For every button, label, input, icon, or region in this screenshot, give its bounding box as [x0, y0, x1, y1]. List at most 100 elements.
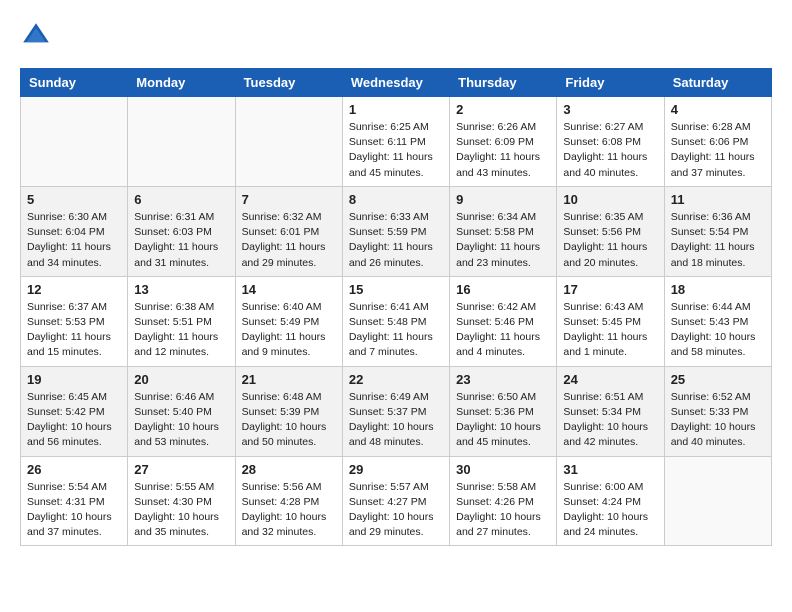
calendar-day-cell	[128, 97, 235, 187]
day-info: Sunrise: 6:37 AM Sunset: 5:53 PM Dayligh…	[27, 300, 121, 361]
day-number: 5	[27, 192, 121, 207]
calendar-day-cell: 17 Sunrise: 6:43 AM Sunset: 5:45 PM Dayli…	[557, 276, 664, 366]
day-number: 4	[671, 102, 765, 117]
calendar-day-cell: 1 Sunrise: 6:25 AM Sunset: 6:11 PM Daylig…	[342, 97, 449, 187]
calendar-week-row: 19 Sunrise: 6:45 AM Sunset: 5:42 PM Dayli…	[21, 366, 772, 456]
calendar-week-row: 26Sunrise: 5:54 AM Sunset: 4:31 PM Dayli…	[21, 456, 772, 546]
day-info: Sunrise: 6:51 AM Sunset: 5:34 PM Dayligh…	[563, 390, 657, 451]
calendar-day-cell: 13 Sunrise: 6:38 AM Sunset: 5:51 PM Dayli…	[128, 276, 235, 366]
day-number: 6	[134, 192, 228, 207]
day-info: Sunrise: 6:00 AM Sunset: 4:24 PM Dayligh…	[563, 480, 657, 541]
day-number: 2	[456, 102, 550, 117]
day-info: Sunrise: 6:45 AM Sunset: 5:42 PM Dayligh…	[27, 390, 121, 451]
calendar-day-cell: 4Sunrise: 6:28 AM Sunset: 6:06 PM Daylig…	[664, 97, 771, 187]
day-number: 25	[671, 372, 765, 387]
day-number: 28	[242, 462, 336, 477]
weekday-header: Tuesday	[235, 69, 342, 97]
calendar-day-cell: 28 Sunrise: 5:56 AM Sunset: 4:28 PM Dayli…	[235, 456, 342, 546]
page-header	[20, 20, 772, 52]
day-number: 17	[563, 282, 657, 297]
day-info: Sunrise: 6:43 AM Sunset: 5:45 PM Dayligh…	[563, 300, 657, 361]
calendar-week-row: 1 Sunrise: 6:25 AM Sunset: 6:11 PM Daylig…	[21, 97, 772, 187]
calendar-day-cell: 6 Sunrise: 6:31 AM Sunset: 6:03 PM Daylig…	[128, 186, 235, 276]
day-info: Sunrise: 6:30 AM Sunset: 6:04 PM Dayligh…	[27, 210, 121, 271]
day-info: Sunrise: 5:57 AM Sunset: 4:27 PM Dayligh…	[349, 480, 443, 541]
weekday-header: Thursday	[450, 69, 557, 97]
day-number: 21	[242, 372, 336, 387]
calendar-day-cell: 12 Sunrise: 6:37 AM Sunset: 5:53 PM Dayli…	[21, 276, 128, 366]
day-number: 24	[563, 372, 657, 387]
weekday-header: Monday	[128, 69, 235, 97]
day-number: 29	[349, 462, 443, 477]
weekday-header: Sunday	[21, 69, 128, 97]
day-info: Sunrise: 5:55 AM Sunset: 4:30 PM Dayligh…	[134, 480, 228, 541]
weekday-header: Wednesday	[342, 69, 449, 97]
day-info: Sunrise: 6:27 AM Sunset: 6:08 PM Dayligh…	[563, 120, 657, 181]
calendar-day-cell: 27 Sunrise: 5:55 AM Sunset: 4:30 PM Dayli…	[128, 456, 235, 546]
day-info: Sunrise: 6:46 AM Sunset: 5:40 PM Dayligh…	[134, 390, 228, 451]
day-number: 22	[349, 372, 443, 387]
day-number: 13	[134, 282, 228, 297]
day-info: Sunrise: 6:33 AM Sunset: 5:59 PM Dayligh…	[349, 210, 443, 271]
day-number: 27	[134, 462, 228, 477]
day-number: 20	[134, 372, 228, 387]
calendar-week-row: 5 Sunrise: 6:30 AM Sunset: 6:04 PM Daylig…	[21, 186, 772, 276]
calendar-day-cell: 20 Sunrise: 6:46 AM Sunset: 5:40 PM Dayli…	[128, 366, 235, 456]
weekday-header: Friday	[557, 69, 664, 97]
calendar-day-cell: 18Sunrise: 6:44 AM Sunset: 5:43 PM Dayli…	[664, 276, 771, 366]
day-number: 11	[671, 192, 765, 207]
calendar-day-cell: 23Sunrise: 6:50 AM Sunset: 5:36 PM Dayli…	[450, 366, 557, 456]
day-number: 1	[349, 102, 443, 117]
calendar-day-cell: 2 Sunrise: 6:26 AM Sunset: 6:09 PM Daylig…	[450, 97, 557, 187]
day-number: 10	[563, 192, 657, 207]
day-info: Sunrise: 6:31 AM Sunset: 6:03 PM Dayligh…	[134, 210, 228, 271]
calendar-day-cell: 29 Sunrise: 5:57 AM Sunset: 4:27 PM Dayli…	[342, 456, 449, 546]
day-number: 14	[242, 282, 336, 297]
day-number: 16	[456, 282, 550, 297]
calendar-day-cell	[235, 97, 342, 187]
calendar-day-cell: 25 Sunrise: 6:52 AM Sunset: 5:33 PM Dayli…	[664, 366, 771, 456]
day-info: Sunrise: 5:54 AM Sunset: 4:31 PM Dayligh…	[27, 480, 121, 541]
day-info: Sunrise: 6:36 AM Sunset: 5:54 PM Dayligh…	[671, 210, 765, 271]
day-info: Sunrise: 6:41 AM Sunset: 5:48 PM Dayligh…	[349, 300, 443, 361]
day-number: 19	[27, 372, 121, 387]
day-info: Sunrise: 6:44 AM Sunset: 5:43 PM Dayligh…	[671, 300, 765, 361]
calendar-day-cell: 11 Sunrise: 6:36 AM Sunset: 5:54 PM Dayli…	[664, 186, 771, 276]
day-number: 3	[563, 102, 657, 117]
calendar-day-cell: 24 Sunrise: 6:51 AM Sunset: 5:34 PM Dayli…	[557, 366, 664, 456]
day-info: Sunrise: 6:49 AM Sunset: 5:37 PM Dayligh…	[349, 390, 443, 451]
day-info: Sunrise: 6:42 AM Sunset: 5:46 PM Dayligh…	[456, 300, 550, 361]
day-number: 8	[349, 192, 443, 207]
calendar-day-cell	[21, 97, 128, 187]
day-number: 12	[27, 282, 121, 297]
day-info: Sunrise: 5:56 AM Sunset: 4:28 PM Dayligh…	[242, 480, 336, 541]
calendar-day-cell: 5 Sunrise: 6:30 AM Sunset: 6:04 PM Daylig…	[21, 186, 128, 276]
calendar-day-cell: 10 Sunrise: 6:35 AM Sunset: 5:56 PM Dayli…	[557, 186, 664, 276]
calendar-day-cell: 22 Sunrise: 6:49 AM Sunset: 5:37 PM Dayli…	[342, 366, 449, 456]
day-info: Sunrise: 6:38 AM Sunset: 5:51 PM Dayligh…	[134, 300, 228, 361]
calendar-day-cell: 30Sunrise: 5:58 AM Sunset: 4:26 PM Dayli…	[450, 456, 557, 546]
calendar-day-cell: 15 Sunrise: 6:41 AM Sunset: 5:48 PM Dayli…	[342, 276, 449, 366]
calendar-day-cell: 19 Sunrise: 6:45 AM Sunset: 5:42 PM Dayli…	[21, 366, 128, 456]
day-info: Sunrise: 6:35 AM Sunset: 5:56 PM Dayligh…	[563, 210, 657, 271]
calendar-header-row: SundayMondayTuesdayWednesdayThursdayFrid…	[21, 69, 772, 97]
day-number: 7	[242, 192, 336, 207]
calendar-day-cell: 9Sunrise: 6:34 AM Sunset: 5:58 PM Daylig…	[450, 186, 557, 276]
logo	[20, 20, 56, 52]
day-info: Sunrise: 6:48 AM Sunset: 5:39 PM Dayligh…	[242, 390, 336, 451]
calendar-day-cell: 14 Sunrise: 6:40 AM Sunset: 5:49 PM Dayli…	[235, 276, 342, 366]
calendar-day-cell: 31Sunrise: 6:00 AM Sunset: 4:24 PM Dayli…	[557, 456, 664, 546]
calendar-day-cell: 21 Sunrise: 6:48 AM Sunset: 5:39 PM Dayli…	[235, 366, 342, 456]
day-info: Sunrise: 6:25 AM Sunset: 6:11 PM Dayligh…	[349, 120, 443, 181]
calendar-day-cell	[664, 456, 771, 546]
day-info: Sunrise: 6:26 AM Sunset: 6:09 PM Dayligh…	[456, 120, 550, 181]
day-info: Sunrise: 6:40 AM Sunset: 5:49 PM Dayligh…	[242, 300, 336, 361]
day-info: Sunrise: 6:50 AM Sunset: 5:36 PM Dayligh…	[456, 390, 550, 451]
day-info: Sunrise: 6:52 AM Sunset: 5:33 PM Dayligh…	[671, 390, 765, 451]
calendar-table: SundayMondayTuesdayWednesdayThursdayFrid…	[20, 68, 772, 546]
day-info: Sunrise: 6:32 AM Sunset: 6:01 PM Dayligh…	[242, 210, 336, 271]
day-number: 30	[456, 462, 550, 477]
calendar-week-row: 12 Sunrise: 6:37 AM Sunset: 5:53 PM Dayli…	[21, 276, 772, 366]
calendar-day-cell: 7 Sunrise: 6:32 AM Sunset: 6:01 PM Daylig…	[235, 186, 342, 276]
day-number: 15	[349, 282, 443, 297]
